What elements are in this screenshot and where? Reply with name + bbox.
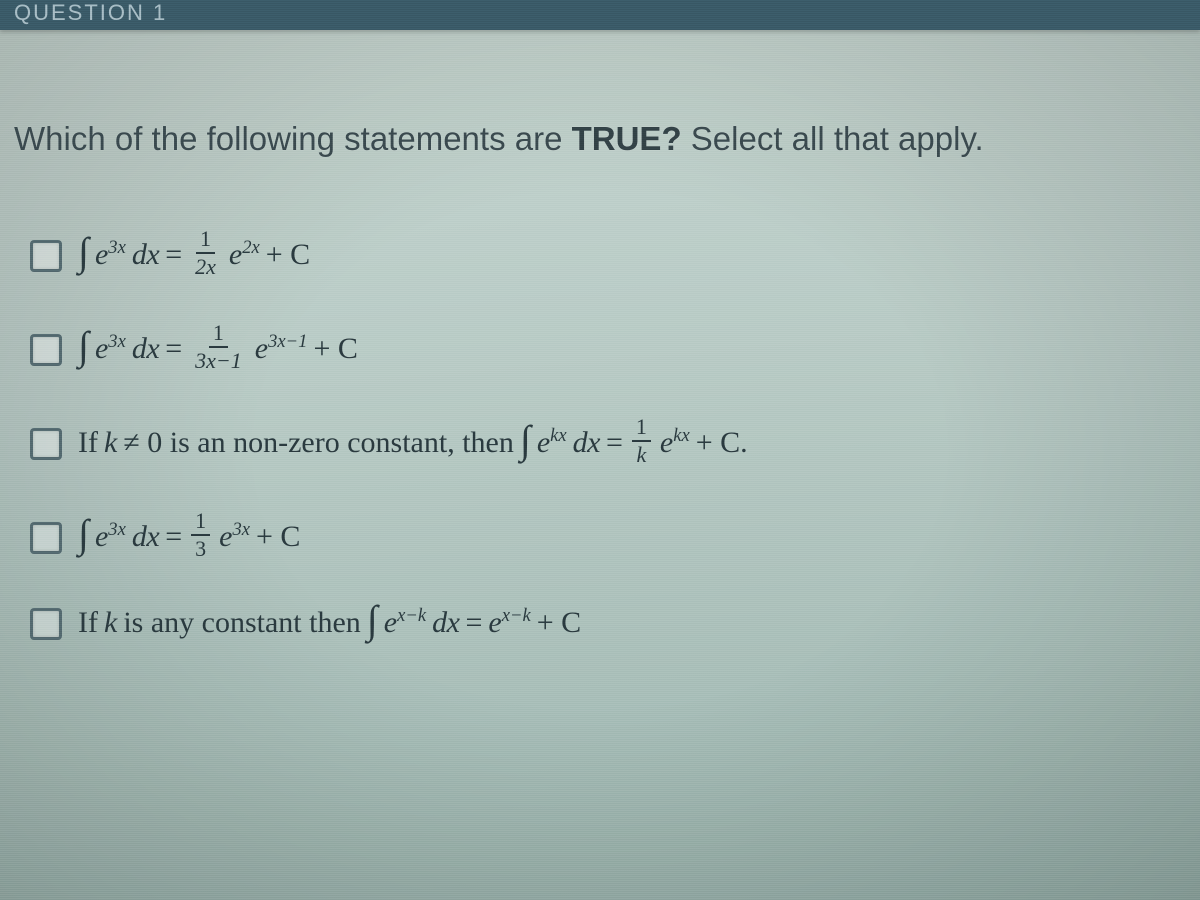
option-4-math: ∫ e3x dx = 1 3 e3x + C xyxy=(78,512,300,562)
checkbox-icon[interactable] xyxy=(30,522,62,554)
option-2[interactable]: ∫ e3x dx = 1 3x−1 e3x−1 + C xyxy=(30,324,1160,374)
integral-icon: ∫ xyxy=(78,518,89,550)
option-4[interactable]: ∫ e3x dx = 1 3 e3x + C xyxy=(30,512,1160,562)
question-bold: TRUE? xyxy=(572,120,682,157)
option-2-math: ∫ e3x dx = 1 3x−1 e3x−1 + C xyxy=(78,324,358,374)
option-1[interactable]: ∫ e3x dx = 1 2x e2x + C xyxy=(30,230,1160,280)
integral-icon: ∫ xyxy=(520,424,531,456)
question-post: Select all that apply. xyxy=(682,120,984,157)
checkbox-icon[interactable] xyxy=(30,428,62,460)
option-3[interactable]: If k ≠ 0 is an non-zero constant, then ∫… xyxy=(30,418,1160,468)
option-3-math: If k ≠ 0 is an non-zero constant, then ∫… xyxy=(78,418,748,468)
checkbox-icon[interactable] xyxy=(30,334,62,366)
integral-icon: ∫ xyxy=(78,330,89,362)
checkbox-icon[interactable] xyxy=(30,240,62,272)
option-5-math: If k is any constant then ∫ ex−k dx = ex… xyxy=(78,606,581,640)
top-strip: QUESTION 1 xyxy=(0,0,1200,30)
integral-icon: ∫ xyxy=(367,604,378,636)
question-prompt: Which of the following statements are TR… xyxy=(14,120,1180,158)
question-pre: Which of the following statements are xyxy=(14,120,572,157)
checkbox-icon[interactable] xyxy=(30,608,62,640)
top-strip-label: QUESTION 1 xyxy=(0,0,1200,26)
quiz-screen: QUESTION 1 Which of the following statem… xyxy=(0,0,1200,900)
options-list: ∫ e3x dx = 1 2x e2x + C ∫ e3x dx = xyxy=(30,230,1160,640)
option-1-math: ∫ e3x dx = 1 2x e2x + C xyxy=(78,230,310,280)
option-5[interactable]: If k is any constant then ∫ ex−k dx = ex… xyxy=(30,606,1160,640)
integral-icon: ∫ xyxy=(78,236,89,268)
